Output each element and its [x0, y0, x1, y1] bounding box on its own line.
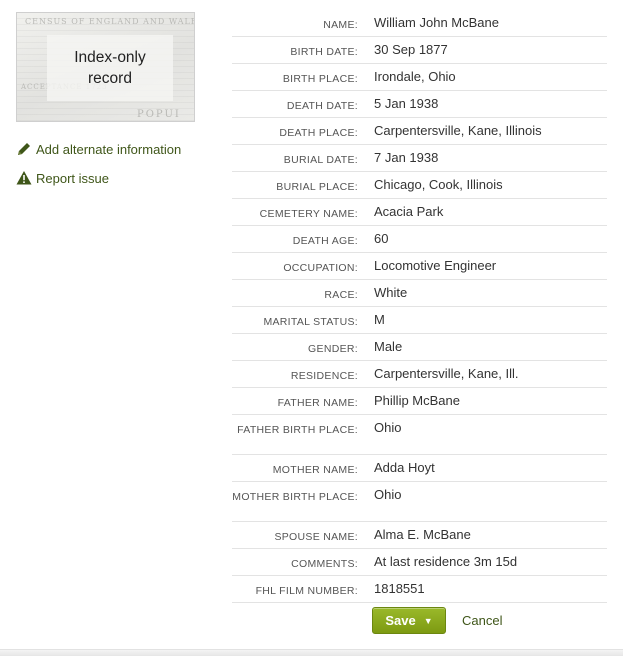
field-row-spouse-name: SPOUSE NAME: Alma E. McBane: [232, 522, 607, 549]
overlay-line-1: Index-only: [74, 49, 146, 66]
field-row-race: RACE: White: [232, 280, 607, 307]
record-details-table: NAME: William John McBane BIRTH DATE: 30…: [232, 10, 607, 603]
document-footer-text: POPUI: [137, 109, 181, 120]
field-value: Male: [374, 339, 403, 354]
field-row-father-birth-place: FATHER BIRTH PLACE: Ohio: [232, 415, 607, 455]
field-value: 7 Jan 1938: [374, 150, 439, 165]
field-row-name: NAME: William John McBane: [232, 10, 607, 37]
field-label: FATHER NAME:: [277, 397, 358, 409]
field-value: Chicago, Cook, Illinois: [374, 177, 503, 192]
field-row-gender: GENDER: Male: [232, 334, 607, 361]
field-row-death-place: DEATH PLACE: Carpentersville, Kane, Illi…: [232, 118, 607, 145]
field-value: Locomotive Engineer: [374, 258, 497, 273]
field-value: Ohio: [374, 487, 402, 502]
field-value: Carpentersville, Kane, Illinois: [374, 123, 542, 138]
field-value: Irondale, Ohio: [374, 69, 456, 84]
field-row-burial-place: BURIAL PLACE: Chicago, Cook, Illinois: [232, 172, 607, 199]
field-value: 5 Jan 1938: [374, 96, 439, 111]
field-label: DEATH PLACE:: [279, 127, 358, 139]
field-row-father-name: FATHER NAME: Phillip McBane: [232, 388, 607, 415]
field-row-cemetery-name: CEMETERY NAME: Acacia Park: [232, 199, 607, 226]
report-issue-label: Report issue: [36, 170, 109, 186]
overlay-line-2: record: [88, 70, 132, 87]
field-value: Alma E. McBane: [374, 527, 471, 542]
field-label: BURIAL PLACE:: [276, 181, 358, 193]
field-label: DEATH AGE:: [292, 235, 358, 247]
field-label: MOTHER BIRTH PLACE:: [232, 491, 358, 503]
field-label: BIRTH PLACE:: [282, 73, 358, 85]
field-label: RACE:: [324, 289, 358, 301]
save-button-label: Save: [385, 613, 416, 628]
field-value: Adda Hoyt: [374, 460, 435, 475]
field-label: NAME:: [323, 19, 358, 31]
document-header-text: CENSUS OF ENGLAND AND WALES.: [25, 17, 195, 26]
field-row-fhl-film-number: FHL FILM NUMBER: 1818551: [232, 576, 607, 603]
field-value: 60: [374, 231, 389, 246]
field-label: FHL FILM NUMBER:: [255, 585, 358, 597]
field-row-mother-birth-place: MOTHER BIRTH PLACE: Ohio: [232, 482, 607, 522]
field-value: Ohio: [374, 420, 402, 435]
field-row-birth-date: BIRTH DATE: 30 Sep 1877: [232, 37, 607, 64]
field-value: White: [374, 285, 408, 300]
field-row-residence: RESIDENCE: Carpentersville, Kane, Ill.: [232, 361, 607, 388]
field-label: RESIDENCE:: [290, 370, 358, 382]
field-value: M: [374, 312, 385, 327]
warning-icon: [16, 170, 32, 186]
field-label: MARITAL STATUS:: [263, 316, 358, 328]
field-value: Acacia Park: [374, 204, 444, 219]
field-row-death-age: DEATH AGE: 60: [232, 226, 607, 253]
add-alternate-info-label: Add alternate information: [36, 141, 182, 157]
field-label: DEATH DATE:: [286, 100, 358, 112]
field-row-birth-place: BIRTH PLACE: Irondale, Ohio: [232, 64, 607, 91]
field-row-death-date: DEATH DATE: 5 Jan 1938: [232, 91, 607, 118]
field-label: OCCUPATION:: [283, 262, 358, 274]
pencil-icon: [16, 141, 32, 157]
field-label: MOTHER NAME:: [272, 464, 358, 476]
field-value: Carpentersville, Kane, Ill.: [374, 366, 519, 381]
field-value: At last residence 3m 15d: [374, 554, 518, 569]
caret-down-icon: ▼: [423, 615, 433, 626]
field-value: 30 Sep 1877: [374, 42, 448, 57]
field-row-mother-name: MOTHER NAME: Adda Hoyt: [232, 455, 607, 482]
add-alternate-info-link[interactable]: Add alternate information: [16, 141, 181, 157]
panel-bottom-edge: [0, 649, 623, 656]
form-actions: Save ▼ Cancel: [372, 607, 502, 634]
field-label: GENDER:: [308, 343, 358, 355]
field-value: Phillip McBane: [374, 393, 460, 408]
field-label: CEMETERY NAME:: [259, 208, 358, 220]
index-only-overlay: Index-only record: [47, 35, 173, 101]
field-row-comments: COMMENTS: At last residence 3m 15d: [232, 549, 607, 576]
field-label: BIRTH DATE:: [290, 46, 358, 58]
cancel-link[interactable]: Cancel: [462, 613, 502, 628]
field-row-burial-date: BURIAL DATE: 7 Jan 1938: [232, 145, 607, 172]
field-label: BURIAL DATE:: [283, 154, 358, 166]
report-issue-link[interactable]: Report issue: [16, 170, 109, 186]
field-row-marital-status: MARITAL STATUS: M: [232, 307, 607, 334]
field-row-occupation: OCCUPATION: Locomotive Engineer: [232, 253, 607, 280]
field-value: 1818551: [374, 581, 425, 596]
field-label: SPOUSE NAME:: [274, 531, 358, 543]
field-label: FATHER BIRTH PLACE:: [237, 424, 358, 436]
field-value: William John McBane: [374, 15, 499, 30]
record-thumbnail[interactable]: CENSUS OF ENGLAND AND WALES. ACCEPTANCE …: [16, 12, 195, 122]
save-button[interactable]: Save ▼: [372, 607, 446, 634]
field-label: COMMENTS:: [291, 558, 358, 570]
